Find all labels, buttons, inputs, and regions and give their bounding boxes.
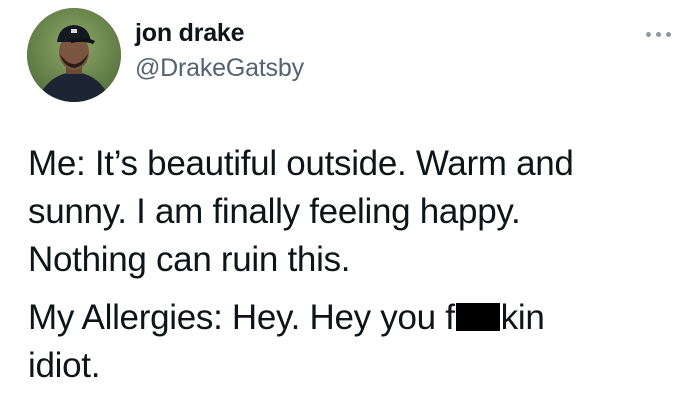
- tweet-line: Me: It’s beautiful outside. Warm and: [28, 144, 574, 183]
- profile-photo-icon: [27, 8, 121, 102]
- display-name[interactable]: jon drake: [135, 18, 245, 48]
- user-handle[interactable]: @DrakeGatsby: [135, 53, 304, 83]
- censor-bar: [455, 303, 500, 331]
- tweet-line: My Allergies: Hey. Hey you f: [28, 298, 455, 337]
- dot: [666, 32, 671, 37]
- tweet-card: jon drake @DrakeGatsby Me: It’s beautifu…: [0, 0, 700, 409]
- tweet-paragraph: My Allergies: Hey. Hey you f kin idiot.: [28, 294, 688, 390]
- more-options-icon[interactable]: [645, 30, 675, 40]
- dot: [646, 32, 651, 37]
- tweet-line: Nothing can ruin this.: [28, 240, 351, 279]
- tweet-line: kin: [500, 298, 545, 337]
- tweet-line: sunny. I am finally feeling happy.: [28, 192, 521, 231]
- tweet-text: Me: It’s beautiful outside. Warm and sun…: [28, 140, 688, 390]
- tweet-line: idiot.: [28, 346, 101, 385]
- dot: [656, 32, 661, 37]
- avatar[interactable]: [27, 8, 121, 102]
- tweet-paragraph: Me: It’s beautiful outside. Warm and sun…: [28, 140, 688, 284]
